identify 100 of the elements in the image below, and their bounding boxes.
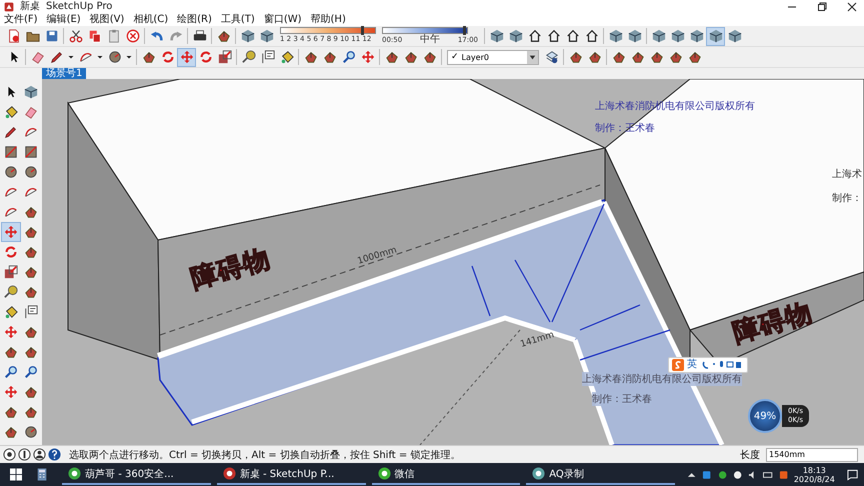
arc-icon [78,50,92,64]
layer-dropdown[interactable]: ✓ Layer0 [447,50,539,64]
cube-icon [670,29,684,43]
copyright-text: 上海术 [832,168,862,181]
taskbar-item[interactable]: 微信 [372,464,520,485]
menu-item[interactable]: 相机(C) [133,14,168,26]
tool-icon [24,345,38,359]
tool-icon [4,425,18,439]
status-message: 选取两个点进行移动。Ctrl = 切换拷贝，Alt = 切换自动折叠，按住 Shift = 锁定推理。 [69,448,460,462]
taskbar-item[interactable]: 新桌 - SketchUp P... [216,464,366,485]
app-icon [222,467,236,480]
move-icon [180,50,194,64]
window-title: 新桌 [20,1,40,13]
cube-icon [260,29,274,43]
tool-icon [322,50,336,64]
move-icon [4,325,18,339]
copyright-text: 上海术春消防机电有限公司版权所有 [595,100,755,113]
tool-icon [24,205,38,219]
calculator-icon[interactable] [36,468,48,481]
dimension-icon [24,305,38,319]
start-icon[interactable] [10,468,22,481]
clipboard-icon [106,29,120,43]
tool-icon [304,50,318,64]
menu-item[interactable]: 文件(F) [4,14,38,26]
obstacle-label: 障碍物 [186,242,274,296]
rotate-icon [4,245,18,259]
tool-icon [630,50,644,64]
tool-icon [668,50,682,64]
scale-icon [218,50,232,64]
circle-icon [24,425,38,439]
user-icon [33,448,46,461]
toolbar-button[interactable] [706,26,725,46]
memory-gauge: 49% [748,399,782,433]
folder-icon [26,29,40,43]
scissors-icon [68,29,82,43]
taskbar-item[interactable]: AQ录制 [526,464,675,485]
tool-icon [24,285,38,299]
tool-icon [568,50,582,64]
rectangle-icon [4,145,18,159]
caret-icon [527,50,538,64]
copyright-text: 制作： [832,192,862,205]
geo-location-icon [3,448,16,461]
menu-item[interactable]: 编辑(E) [46,14,81,26]
circle-icon [24,165,38,179]
slider-thumb[interactable] [462,26,466,35]
house-icon [546,29,560,43]
keyboard-icon[interactable] [763,470,773,480]
close-icon [847,2,857,12]
menu-item[interactable]: 绘图(R) [177,14,212,26]
menu-item[interactable]: 窗口(W) [264,14,302,26]
paint-bucket-icon [280,50,294,64]
app-name: SketchUp Pro [46,1,112,13]
taskbar-item[interactable]: 葫芦哥 - 360安全... [62,464,211,485]
save-icon [44,29,58,43]
slider-thumb[interactable] [360,26,364,35]
measurement-field[interactable]: 1540mm [766,448,858,462]
pencil-icon [50,50,64,64]
menu-item[interactable]: 视图(V) [90,14,124,26]
dimension-icon [260,50,274,64]
move-icon [4,385,18,399]
rotate-icon [160,50,174,64]
layers-icon [544,50,558,64]
time-slider[interactable] [382,27,468,34]
menu-item[interactable]: 工具(T) [220,14,255,26]
copyright-text: 上海术春消防机电有限公司版权所有 [582,372,742,386]
tool-icon [24,265,38,279]
cube-icon [628,29,642,43]
move-icon [4,225,18,239]
tray-app-icon[interactable] [732,470,742,480]
cube-icon [690,29,704,43]
magnifier-icon [342,50,356,64]
eraser-icon [24,105,38,119]
circle-icon [108,50,122,64]
notification-icon[interactable] [846,468,858,480]
house-icon [528,29,542,43]
tool-icon [24,405,38,419]
arc-icon [24,185,38,199]
obstacle-label: 障碍物 [728,296,816,350]
tool-icon [4,345,18,359]
house-icon [584,29,598,43]
magnifier-icon [24,365,38,379]
copyright-text: 制作：王术春 [592,392,652,406]
scene-tab[interactable]: 场景号1 [42,68,86,79]
clock-date: 2020/8/24 [794,474,835,484]
app-icon [532,467,546,480]
help-icon [48,448,61,461]
tape-measure-icon [242,50,256,64]
rotate-icon [198,50,212,64]
cube-icon [508,29,522,43]
month-slider[interactable] [280,27,376,34]
menu-item[interactable]: 帮助(H) [310,14,346,26]
cube-icon [708,29,722,43]
ime-mode[interactable]: 英 [687,359,697,371]
cube-icon [240,29,254,43]
tool-icon [422,50,436,64]
app-icon [378,467,391,480]
clock-time: 18:13 [802,466,826,474]
cube-icon [728,29,742,43]
cube-icon [608,29,622,43]
document-icon [6,29,20,43]
